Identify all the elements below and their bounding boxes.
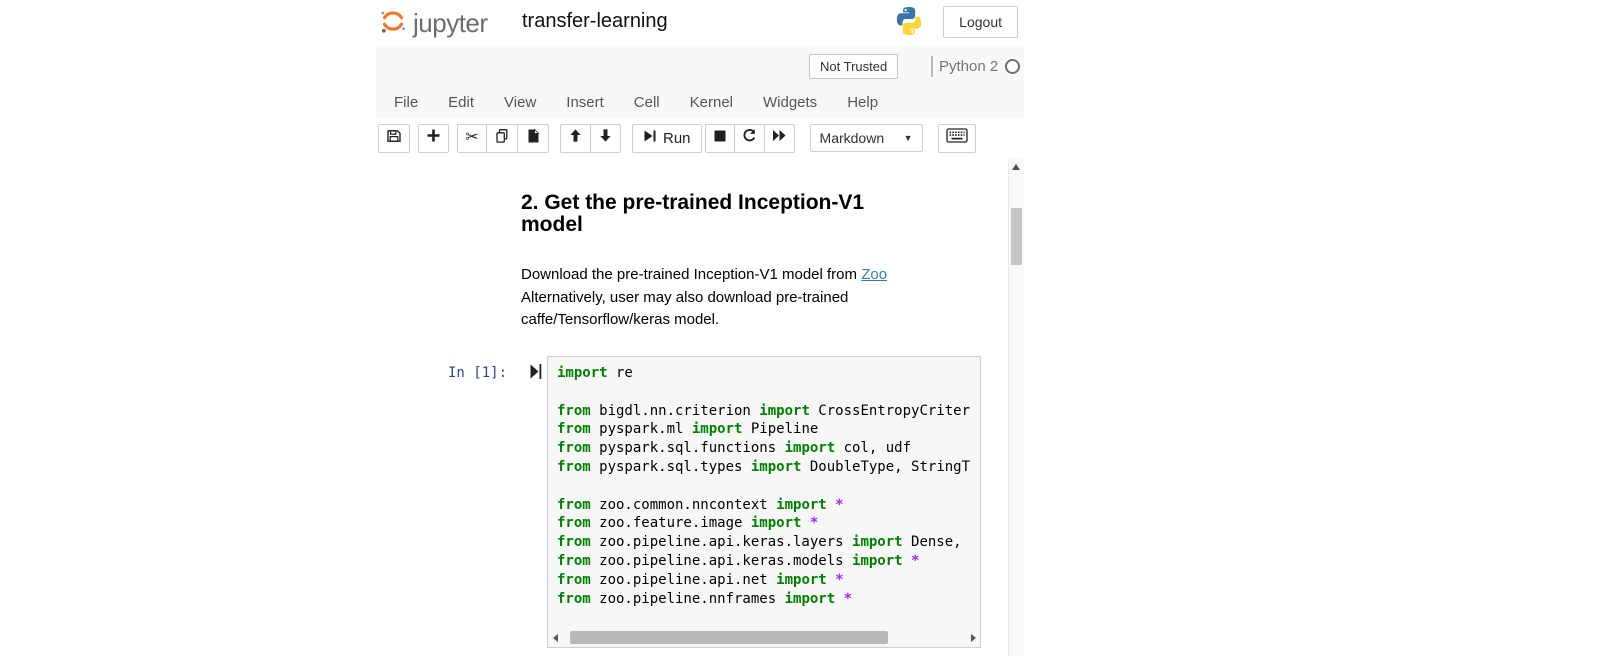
trust-status-button[interactable]: Not Trusted — [809, 54, 898, 79]
menu-item-help[interactable]: Help — [832, 94, 893, 111]
save-icon — [386, 128, 402, 149]
chevron-down-icon: ▼ — [904, 133, 913, 143]
cut-icon: ✂ — [465, 130, 478, 146]
toolbar: ✂ — [376, 118, 1024, 158]
menu-item-cell[interactable]: Cell — [619, 94, 675, 111]
add-cell-button[interactable] — [418, 124, 449, 153]
cell-type-selected: Markdown — [820, 130, 885, 146]
scroll-left-icon[interactable] — [550, 634, 560, 642]
menu-item-insert[interactable]: Insert — [551, 94, 619, 111]
arrow-up-icon — [568, 128, 583, 148]
restart-kernel-button[interactable] — [734, 124, 765, 153]
menu-item-widgets[interactable]: Widgets — [748, 94, 832, 111]
arrow-down-icon — [598, 128, 613, 148]
menu-item-view[interactable]: View — [489, 94, 551, 111]
code-horizontal-scrollbar — [550, 630, 978, 645]
markdown-paragraph: Download the pre-trained Inception-V1 mo… — [521, 264, 887, 332]
markdown-heading: 2. Get the pre-trained Inception-V1model — [521, 192, 864, 235]
menu-item-edit[interactable]: Edit — [433, 94, 489, 111]
kernel-button-group — [705, 124, 795, 153]
move-cell-down-button[interactable] — [590, 124, 621, 153]
fast-forward-icon — [772, 129, 787, 147]
kernel-idle-icon — [1005, 59, 1020, 74]
horizontal-scroll-thumb[interactable] — [570, 631, 888, 644]
kernel-name: Python 2 — [939, 58, 998, 75]
scroll-right-icon[interactable] — [968, 634, 978, 642]
stop-icon — [713, 129, 727, 148]
horizontal-scroll-track[interactable] — [560, 630, 968, 645]
edit-button-group: ✂ — [457, 124, 549, 153]
move-cell-up-button[interactable] — [560, 124, 591, 153]
scroll-up-icon[interactable] — [1012, 164, 1020, 170]
page-vertical-scrollbar[interactable] — [1008, 158, 1024, 656]
menu-item-kernel[interactable]: Kernel — [675, 94, 748, 111]
paste-icon — [525, 128, 541, 149]
menu-bar: File Edit View Insert Cell Kernel Widget… — [379, 94, 893, 111]
restart-icon — [742, 128, 757, 148]
notebook-title[interactable]: transfer-learning — [522, 10, 668, 33]
zoo-link[interactable]: Zoo — [861, 266, 887, 283]
notebook-container: 2. Get the pre-trained Inception-V1model… — [376, 158, 1008, 656]
run-button-label: Run — [663, 130, 691, 147]
jupyter-logo[interactable]: jupyter — [378, 6, 488, 41]
plus-icon — [426, 128, 441, 148]
keyboard-icon — [946, 128, 968, 148]
code-lines: import re from bigdl.nn.criterion import… — [548, 357, 980, 608]
input-prompt: In [1]: — [448, 365, 507, 381]
header: jupyter transfer-learning Logout — [376, 0, 1024, 46]
jupyter-logo-text: jupyter — [413, 8, 488, 39]
run-button[interactable]: Run — [632, 124, 702, 153]
cell-type-dropdown[interactable]: Markdown ▼ — [810, 124, 923, 152]
kernel-separator — [931, 56, 933, 77]
python-icon — [893, 5, 925, 37]
vertical-scroll-thumb[interactable] — [1011, 208, 1022, 265]
copy-button[interactable] — [486, 124, 518, 153]
paste-button[interactable] — [517, 124, 549, 153]
cut-button[interactable]: ✂ — [457, 124, 487, 153]
move-button-group — [560, 124, 621, 153]
save-button[interactable] — [378, 124, 410, 153]
menubar-container: Not Trusted Python 2 File Edit View Inse… — [376, 46, 1024, 119]
logout-button[interactable]: Logout — [943, 6, 1018, 38]
run-cell-icon[interactable] — [530, 363, 542, 385]
stop-button[interactable] — [705, 124, 735, 153]
code-editor[interactable]: import re from bigdl.nn.criterion import… — [547, 356, 981, 648]
copy-icon — [494, 128, 510, 149]
menu-item-file[interactable]: File — [379, 94, 433, 111]
jupyter-logo-icon — [378, 6, 408, 41]
run-icon — [643, 129, 657, 148]
fast-forward-button[interactable] — [764, 124, 795, 153]
command-palette-button[interactable] — [938, 124, 976, 153]
jupyter-app: jupyter transfer-learning Logout Not Tru… — [376, 0, 1024, 656]
